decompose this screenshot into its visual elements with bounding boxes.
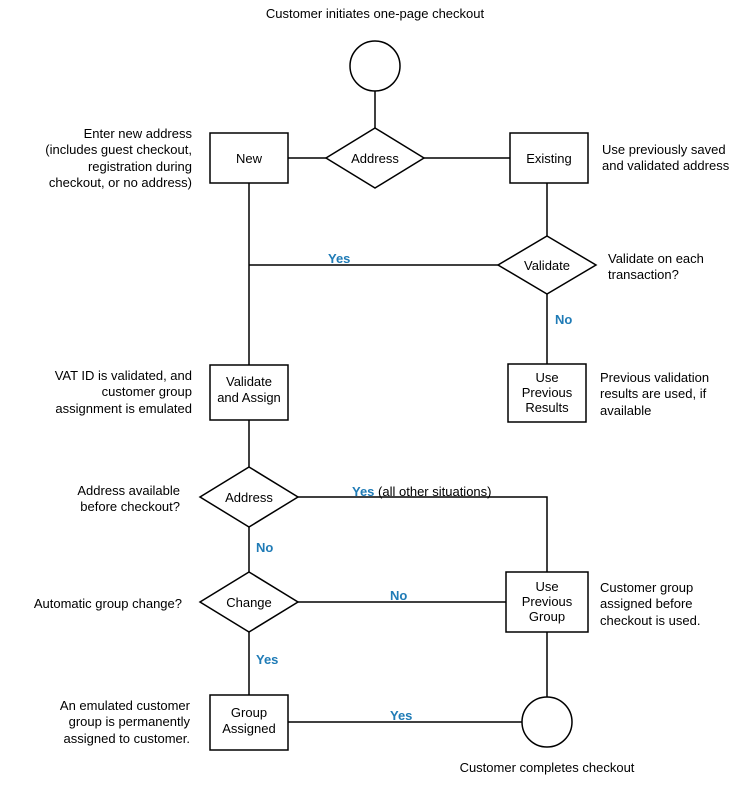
edge-validate-no: No bbox=[555, 312, 572, 328]
edge-address2-no: No bbox=[256, 540, 273, 556]
address-decision-1: Address bbox=[326, 128, 424, 188]
validate-decision: Validate bbox=[498, 236, 596, 294]
ga-label-1: Group bbox=[231, 705, 267, 720]
upr-label-1: Use bbox=[535, 370, 558, 385]
use-prev-results-box: Use Previous Results bbox=[508, 364, 586, 422]
flowchart-canvas: Address New Existing Validate Validate a… bbox=[0, 0, 750, 798]
change-decision: Change bbox=[200, 572, 298, 632]
existing-label: Existing bbox=[526, 151, 572, 166]
group-assigned-box: Group Assigned bbox=[210, 695, 288, 750]
new-box: New bbox=[210, 133, 288, 183]
validate-assign-label-2: and Assign bbox=[217, 390, 281, 405]
edge-group-assigned-yes: Yes bbox=[390, 708, 412, 724]
ga-label-2: Assigned bbox=[222, 721, 275, 736]
edge-address2-yes: Yes bbox=[352, 484, 374, 499]
address1-label: Address bbox=[351, 151, 399, 166]
change-label: Change bbox=[226, 595, 272, 610]
address-decision-2: Address bbox=[200, 467, 298, 527]
caption-validate-assign: VAT ID is validated, andcustomer groupas… bbox=[22, 368, 192, 417]
caption-address2: Address availablebefore checkout? bbox=[40, 483, 180, 516]
validate-assign-box: Validate and Assign bbox=[210, 365, 288, 420]
caption-change: Automatic group change? bbox=[22, 596, 182, 612]
use-prev-group-box: Use Previous Group bbox=[506, 572, 588, 632]
edge-validate-yes: Yes bbox=[328, 251, 350, 267]
edge-change-yes: Yes bbox=[256, 652, 278, 668]
upg-label-2: Previous bbox=[522, 594, 573, 609]
existing-box: Existing bbox=[510, 133, 588, 183]
upg-label-3: Group bbox=[529, 609, 565, 624]
upg-label-1: Use bbox=[535, 579, 558, 594]
caption-validate: Validate on eachtransaction? bbox=[608, 251, 738, 284]
edge-change-no: No bbox=[390, 588, 407, 604]
edge-address2-yes-extra: (all other situations) bbox=[378, 484, 491, 499]
validate-label: Validate bbox=[524, 258, 570, 273]
validate-assign-label-1: Validate bbox=[226, 374, 272, 389]
start-node bbox=[350, 41, 400, 91]
caption-end: Customer completes checkout bbox=[447, 760, 647, 776]
upr-label-2: Previous bbox=[522, 385, 573, 400]
address2-label: Address bbox=[225, 490, 273, 505]
end-node bbox=[522, 697, 572, 747]
caption-ga: An emulated customergroup is permanently… bbox=[40, 698, 190, 747]
caption-existing: Use previously savedand validated addres… bbox=[602, 142, 742, 175]
caption-upr: Previous validationresults are used, ifa… bbox=[600, 370, 740, 419]
caption-upg: Customer groupassigned beforecheckout is… bbox=[600, 580, 740, 629]
diagram-title: Customer initiates one-page checkout bbox=[250, 6, 500, 22]
new-label: New bbox=[236, 151, 263, 166]
caption-new: Enter new address(includes guest checkou… bbox=[22, 126, 192, 191]
upr-label-3: Results bbox=[525, 400, 569, 415]
